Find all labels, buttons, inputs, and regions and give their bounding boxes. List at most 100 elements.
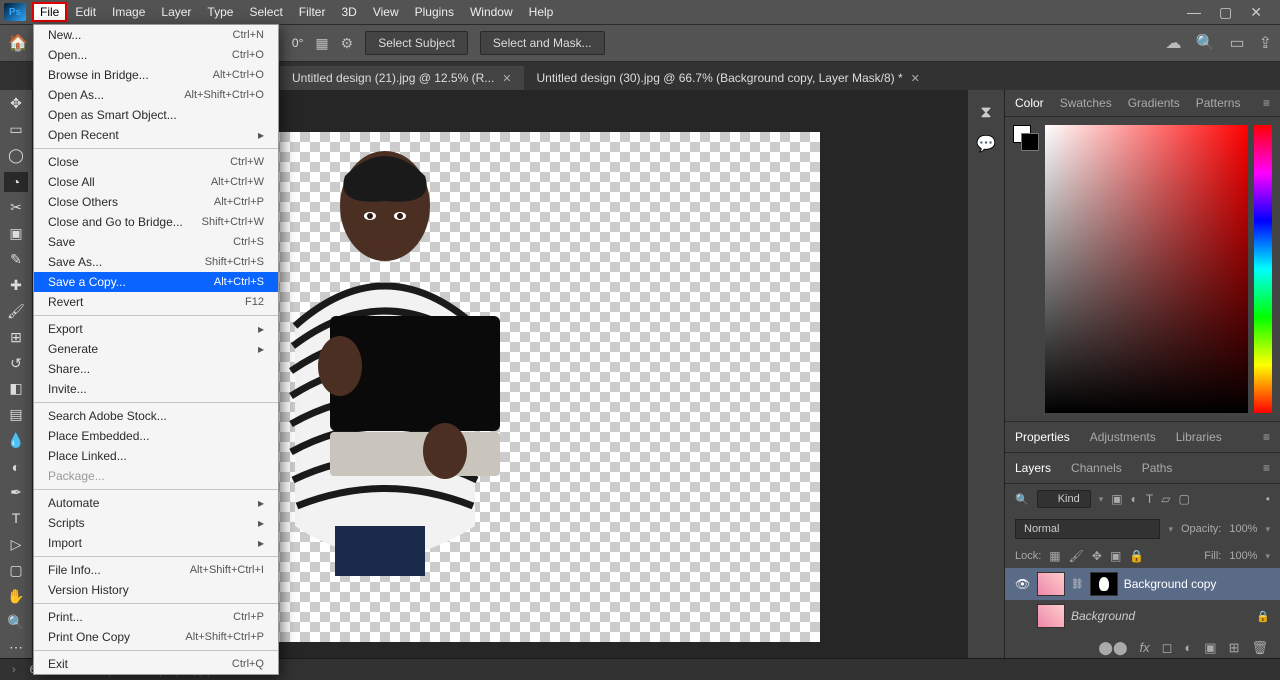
fill-value[interactable]: 100% bbox=[1229, 550, 1257, 562]
workspace-icon[interactable]: ▭ bbox=[1229, 33, 1244, 53]
menu-item-scripts[interactable]: Scripts bbox=[34, 513, 278, 533]
brush-tool-icon[interactable]: 🖌 bbox=[4, 301, 28, 321]
layer-row[interactable]: 👁⛓Background copy bbox=[1005, 568, 1280, 600]
layer-row[interactable]: Background🔒 bbox=[1005, 600, 1280, 632]
menu-file[interactable]: File bbox=[32, 2, 67, 22]
tab-libraries[interactable]: Libraries bbox=[1176, 430, 1222, 444]
eraser-tool-icon[interactable]: ◧ bbox=[4, 379, 28, 399]
fx-icon[interactable]: fx bbox=[1140, 640, 1150, 656]
close-window-icon[interactable]: ✕ bbox=[1250, 4, 1262, 21]
lock-paint-icon[interactable]: 🖌 bbox=[1069, 549, 1084, 563]
stamp-tool-icon[interactable]: ⊞ bbox=[4, 327, 28, 347]
menu-item-browse-in-bridge[interactable]: Browse in Bridge...Alt+Ctrl+O bbox=[34, 65, 278, 85]
color-picker[interactable] bbox=[1005, 117, 1280, 421]
menu-image[interactable]: Image bbox=[104, 2, 153, 22]
blur-tool-icon[interactable]: 💧 bbox=[4, 431, 28, 451]
hue-slider[interactable] bbox=[1254, 125, 1272, 413]
menu-item-export[interactable]: Export bbox=[34, 319, 278, 339]
menu-item-revert[interactable]: RevertF12 bbox=[34, 292, 278, 312]
menu-window[interactable]: Window bbox=[462, 2, 521, 22]
blend-mode-select[interactable]: Normal bbox=[1015, 519, 1160, 539]
marquee-tool-icon[interactable]: ▭ bbox=[4, 120, 28, 140]
grid-icon[interactable]: ▦ bbox=[315, 35, 328, 52]
panel-menu-icon[interactable]: ≡ bbox=[1263, 430, 1270, 444]
menu-item-place-embedded[interactable]: Place Embedded... bbox=[34, 426, 278, 446]
menu-item-invite[interactable]: Invite... bbox=[34, 379, 278, 399]
quick-select-tool-icon[interactable]: ◔ bbox=[4, 172, 28, 192]
hand-tool-icon[interactable]: ✋ bbox=[4, 586, 28, 606]
link-layers-icon[interactable]: ⬤⬤ bbox=[1098, 640, 1127, 656]
panel-menu-icon[interactable]: ≡ bbox=[1263, 96, 1270, 110]
crop-tool-icon[interactable]: ✂ bbox=[4, 198, 28, 218]
menu-item-print-one-copy[interactable]: Print One CopyAlt+Shift+Ctrl+P bbox=[34, 627, 278, 647]
heal-tool-icon[interactable]: ✚ bbox=[4, 275, 28, 295]
tab-paths[interactable]: Paths bbox=[1142, 461, 1173, 475]
menu-filter[interactable]: Filter bbox=[291, 2, 334, 22]
menu-view[interactable]: View bbox=[365, 2, 407, 22]
menu-item-new[interactable]: New...Ctrl+N bbox=[34, 25, 278, 45]
tab-patterns[interactable]: Patterns bbox=[1196, 96, 1241, 110]
rotate-degrees[interactable]: 0° bbox=[292, 36, 303, 50]
menu-edit[interactable]: Edit bbox=[67, 2, 104, 22]
menu-item-close-and-go-to-bridge[interactable]: Close and Go to Bridge...Shift+Ctrl+W bbox=[34, 212, 278, 232]
statusbar-chevron-icon[interactable]: › bbox=[12, 664, 16, 676]
shape-tool-icon[interactable]: ▢ bbox=[4, 560, 28, 580]
menu-plugins[interactable]: Plugins bbox=[407, 2, 462, 22]
menu-item-import[interactable]: Import bbox=[34, 533, 278, 553]
delete-icon[interactable]: 🗑 bbox=[1251, 640, 1268, 656]
path-select-icon[interactable]: ▷ bbox=[4, 534, 28, 554]
menu-item-print[interactable]: Print...Ctrl+P bbox=[34, 607, 278, 627]
tab-swatches[interactable]: Swatches bbox=[1060, 96, 1112, 110]
filter-shape-icon[interactable]: ▱ bbox=[1161, 492, 1170, 506]
history-brush-icon[interactable]: ↺ bbox=[4, 353, 28, 373]
close-tab-icon[interactable]: ✕ bbox=[502, 72, 511, 85]
filter-kind-select[interactable]: Kind bbox=[1037, 490, 1091, 508]
menu-item-share[interactable]: Share... bbox=[34, 359, 278, 379]
tab-channels[interactable]: Channels bbox=[1071, 461, 1122, 475]
select-subject-button[interactable]: Select Subject bbox=[365, 31, 468, 55]
new-layer-icon[interactable]: ⊞ bbox=[1229, 640, 1240, 656]
type-tool-icon[interactable]: T bbox=[4, 509, 28, 529]
gear-icon[interactable]: ⚙ bbox=[341, 35, 354, 52]
tab-adjustments[interactable]: Adjustments bbox=[1090, 430, 1156, 444]
menu-select[interactable]: Select bbox=[241, 2, 290, 22]
share-icon[interactable]: ⇪ bbox=[1259, 33, 1272, 53]
menu-item-place-linked[interactable]: Place Linked... bbox=[34, 446, 278, 466]
menu-item-file-info[interactable]: File Info...Alt+Shift+Ctrl+I bbox=[34, 560, 278, 580]
tab-properties[interactable]: Properties bbox=[1015, 430, 1070, 444]
menu-item-close-all[interactable]: Close AllAlt+Ctrl+W bbox=[34, 172, 278, 192]
cloud-icon[interactable]: ☁ bbox=[1166, 33, 1182, 53]
mask-icon[interactable]: ◻ bbox=[1162, 640, 1173, 656]
filter-image-icon[interactable]: ▣ bbox=[1111, 492, 1122, 506]
more-tools-icon[interactable]: ⋯ bbox=[4, 638, 28, 658]
lock-all-icon[interactable]: 🔒 bbox=[1129, 549, 1144, 563]
home-icon[interactable]: 🏠 bbox=[8, 33, 28, 53]
eyedropper-tool-icon[interactable]: ✎ bbox=[4, 249, 28, 269]
menu-3d[interactable]: 3D bbox=[333, 2, 364, 22]
lock-nest-icon[interactable]: ▣ bbox=[1110, 549, 1121, 563]
menu-item-close[interactable]: CloseCtrl+W bbox=[34, 152, 278, 172]
layer-thumb[interactable] bbox=[1037, 572, 1065, 596]
saturation-box[interactable] bbox=[1045, 125, 1248, 413]
close-tab-icon[interactable]: ✕ bbox=[911, 72, 920, 85]
dodge-tool-icon[interactable]: ◐ bbox=[4, 457, 28, 477]
opacity-value[interactable]: 100% bbox=[1229, 523, 1257, 535]
menu-help[interactable]: Help bbox=[521, 2, 562, 22]
maximize-icon[interactable]: ▢ bbox=[1219, 4, 1232, 21]
layer-thumb[interactable] bbox=[1037, 604, 1065, 628]
visibility-icon[interactable]: 👁 bbox=[1015, 577, 1031, 591]
menu-item-save-a-copy[interactable]: Save a Copy...Alt+Ctrl+S bbox=[34, 272, 278, 292]
search-icon[interactable]: 🔍 bbox=[1196, 33, 1216, 53]
filter-toggle-icon[interactable]: • bbox=[1266, 492, 1270, 506]
tab-color[interactable]: Color bbox=[1015, 96, 1044, 110]
menu-item-open[interactable]: Open...Ctrl+O bbox=[34, 45, 278, 65]
tab-layers[interactable]: Layers bbox=[1015, 461, 1051, 475]
pen-tool-icon[interactable]: ✒ bbox=[4, 483, 28, 503]
menu-item-automate[interactable]: Automate bbox=[34, 493, 278, 513]
adjustment-icon[interactable]: ◐ bbox=[1184, 640, 1192, 656]
menu-item-exit[interactable]: ExitCtrl+Q bbox=[34, 654, 278, 674]
menu-item-open-recent[interactable]: Open Recent bbox=[34, 125, 278, 145]
lock-pos-icon[interactable]: ✥ bbox=[1092, 549, 1102, 563]
menu-item-save[interactable]: SaveCtrl+S bbox=[34, 232, 278, 252]
link-icon[interactable]: ⛓ bbox=[1071, 579, 1084, 590]
